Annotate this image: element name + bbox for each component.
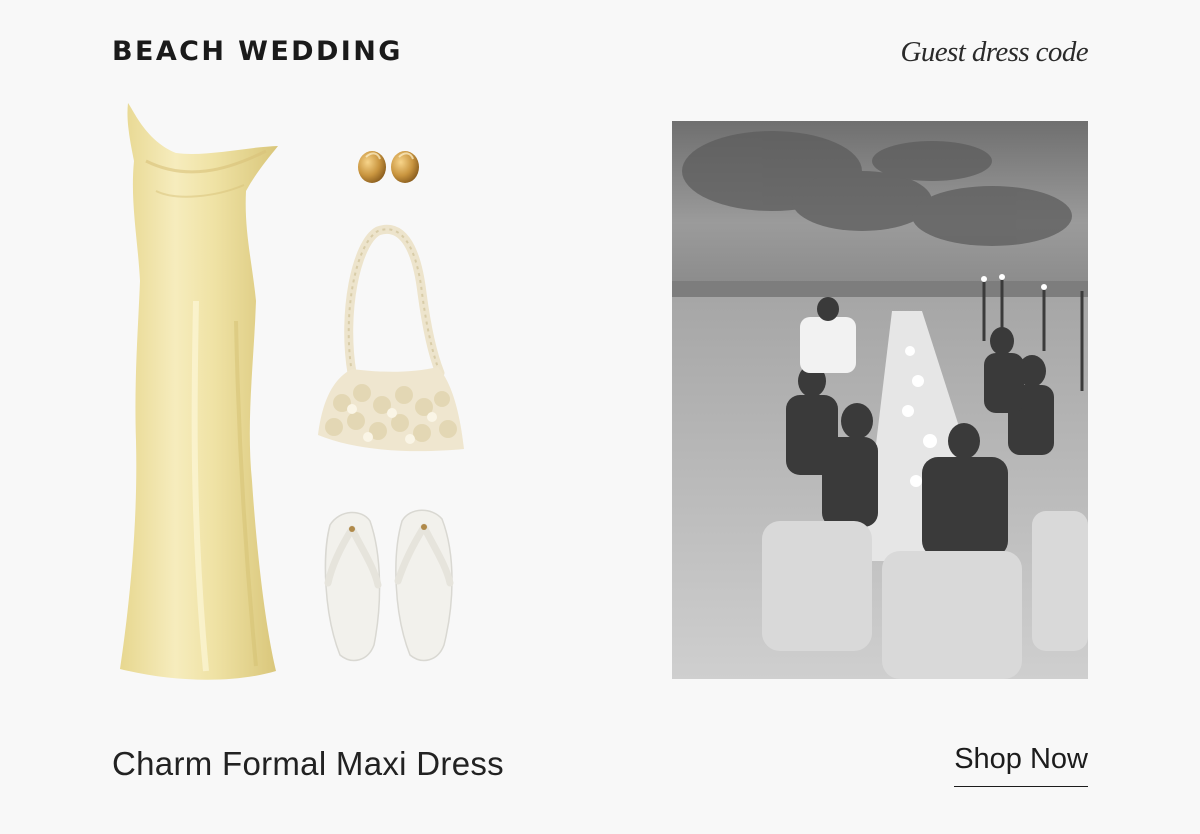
gold-earrings-image[interactable]	[356, 147, 422, 187]
shop-now-link[interactable]: Shop Now	[954, 743, 1088, 787]
satin-maxi-dress-image[interactable]	[116, 101, 284, 685]
white-flip-flops-image[interactable]	[318, 505, 462, 665]
beach-dinner-photo[interactable]	[672, 121, 1088, 679]
header-subtitle: Guest dress code	[900, 36, 1089, 68]
sequin-shoulder-bag-image[interactable]	[312, 223, 468, 455]
header-title: BEACH WEDDING	[112, 36, 403, 67]
outfit-collage[interactable]	[100, 95, 480, 695]
product-name[interactable]: Charm Formal Maxi Dress	[112, 745, 504, 783]
